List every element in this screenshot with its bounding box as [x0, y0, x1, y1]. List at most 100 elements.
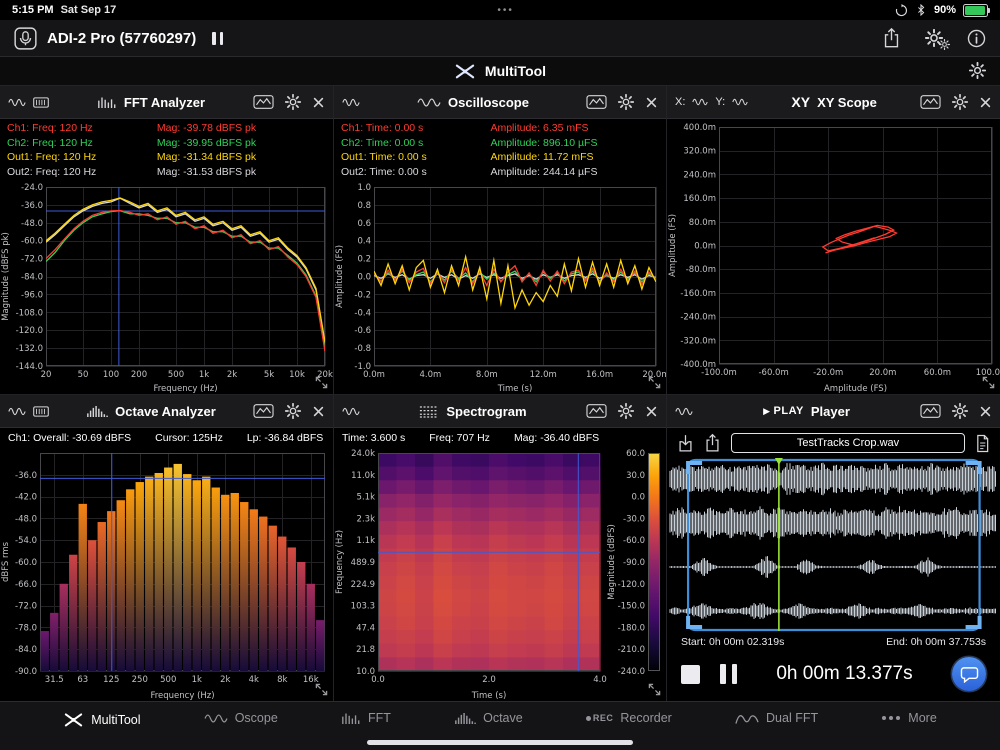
- chart-options-icon[interactable]: [253, 95, 274, 109]
- chat-bubble-icon: [960, 666, 979, 683]
- octave-chart[interactable]: [0, 447, 333, 701]
- export-file-icon[interactable]: [704, 433, 721, 453]
- tab-octave[interactable]: Octave: [454, 711, 523, 725]
- spectrogram-panel-header: Spectrogram: [334, 395, 666, 428]
- window-function-icon[interactable]: [33, 97, 49, 108]
- panel-xy-scope: X: Y: XY XY Scope: [666, 85, 1000, 394]
- info-icon[interactable]: [967, 29, 986, 48]
- tab-oscope[interactable]: Oscope: [204, 711, 278, 725]
- panel-oscilloscope: Oscilloscope Ch1: Time: 0.00 sAmplitude:…: [333, 85, 666, 394]
- panel-spectrogram: Spectrogram Time: 3.600 s Freq: 707 Hz M…: [333, 394, 666, 701]
- settings-gears-icon[interactable]: [925, 29, 943, 47]
- resize-icon[interactable]: [315, 683, 328, 696]
- import-file-icon[interactable]: [677, 433, 694, 453]
- filename-box[interactable]: TestTracks Crop.wav: [731, 433, 965, 453]
- player-transport: 0h 00m 13.377s: [667, 651, 1000, 701]
- close-icon[interactable]: [312, 96, 325, 109]
- input-signal-icon[interactable]: [8, 97, 26, 108]
- gear-icon[interactable]: [618, 403, 634, 419]
- window-function-icon[interactable]: [33, 406, 49, 417]
- fft-icon: [341, 712, 361, 725]
- tab-multitool[interactable]: MultiTool: [63, 711, 140, 728]
- panel-octave-analyzer: Octave Analyzer Ch1: Overall: -30.69 dBF…: [0, 394, 333, 701]
- battery-icon: [963, 4, 988, 17]
- chart-options-icon[interactable]: [586, 95, 607, 109]
- chart-options-icon[interactable]: [586, 404, 607, 418]
- spectrogram-chart[interactable]: [334, 447, 666, 701]
- gear-icon[interactable]: [285, 94, 301, 110]
- input-signal-icon[interactable]: [8, 406, 26, 417]
- readout-row: Out2: Time: 0.00 sAmplitude: 244.14 µFS: [341, 166, 659, 180]
- oscilloscope-chart[interactable]: [334, 181, 666, 394]
- readout-row: Ch2: Freq: 120 HzMag: -39.95 dBFS pk: [7, 137, 326, 151]
- resize-icon[interactable]: [315, 376, 328, 389]
- close-icon[interactable]: [645, 96, 658, 109]
- multitask-dots[interactable]: •••: [497, 5, 514, 16]
- panel-player: ▶ PLAY Player TestTracks Crop.wav Start:…: [666, 394, 1000, 701]
- dual-fft-icon: [735, 712, 759, 725]
- player-signal-icon: [675, 406, 693, 417]
- readout-row: Ch2: Time: 0.00 sAmplitude: 896.10 µFS: [341, 137, 659, 151]
- battery-percent: 90%: [934, 4, 956, 16]
- y-signal-icon[interactable]: [732, 97, 748, 107]
- panel-fft-analyzer: FFT Analyzer Ch1: Freq: 120 HzMag: -39.7…: [0, 85, 333, 394]
- tab-recorder[interactable]: REC Recorder: [586, 711, 672, 725]
- resize-icon[interactable]: [648, 683, 661, 696]
- chart-options-icon[interactable]: [920, 95, 941, 109]
- tab-more[interactable]: More: [881, 711, 936, 725]
- home-indicator[interactable]: [367, 740, 633, 745]
- fft-icon: [97, 96, 117, 109]
- oscilloscope-icon: [204, 713, 228, 724]
- gear-icon[interactable]: [285, 403, 301, 419]
- pause-stream-button[interactable]: [212, 32, 223, 45]
- file-info-icon[interactable]: [975, 434, 990, 453]
- input-signal-icon[interactable]: [342, 406, 360, 417]
- x-signal-icon[interactable]: [692, 97, 708, 107]
- close-icon[interactable]: [645, 405, 658, 418]
- scope-panel-header: Oscilloscope: [334, 86, 666, 119]
- layout-gear-icon[interactable]: [969, 62, 986, 79]
- tab-fft[interactable]: FFT: [341, 711, 391, 725]
- close-icon[interactable]: [312, 405, 325, 418]
- play-state-badge: ▶ PLAY: [763, 405, 804, 417]
- close-icon[interactable]: [979, 405, 992, 418]
- bluetooth-icon: [915, 4, 927, 16]
- chart-options-icon[interactable]: [253, 404, 274, 418]
- player-waveform[interactable]: [669, 457, 998, 633]
- octave-readout: Ch1: Overall: -30.69 dBFS Cursor: 125Hz …: [0, 428, 333, 447]
- record-icon: REC: [586, 713, 614, 723]
- share-icon[interactable]: [882, 27, 901, 49]
- octave-bars-icon: [454, 712, 476, 725]
- spectrogram-readout: Time: 3.600 s Freq: 707 Hz Mag: -36.40 d…: [334, 428, 666, 447]
- gear-icon[interactable]: [618, 94, 634, 110]
- gear-icon[interactable]: [952, 403, 968, 419]
- gear-small-icon: [939, 39, 950, 50]
- octave-bars-icon: [86, 405, 108, 418]
- resize-icon[interactable]: [648, 376, 661, 389]
- pause-button[interactable]: [720, 664, 737, 684]
- selection-times: Start: 0h 00m 02.319s End: 0h 00m 37.753…: [667, 633, 1000, 651]
- multitool-icon: [63, 711, 84, 728]
- stop-button[interactable]: [681, 665, 700, 684]
- x-source-label: X:: [675, 96, 685, 108]
- tab-dual-fft[interactable]: Dual FFT: [735, 711, 818, 725]
- close-icon[interactable]: [979, 96, 992, 109]
- resize-icon[interactable]: [982, 376, 995, 389]
- chart-options-icon[interactable]: [920, 404, 941, 418]
- more-icon: [881, 715, 901, 721]
- comment-bubble-button[interactable]: [952, 657, 986, 691]
- input-signal-icon[interactable]: [342, 97, 360, 108]
- fft-chart[interactable]: [0, 181, 333, 394]
- panel-title: Player: [811, 404, 850, 419]
- status-bar: 5:15 PM Sat Sep 17 ••• 90%: [0, 0, 1000, 20]
- device-title[interactable]: ADI-2 Pro (57760297): [47, 30, 196, 47]
- play-icon: ▶: [763, 406, 770, 417]
- xy-chart[interactable]: [667, 119, 1000, 394]
- spectrogram-icon: [419, 405, 439, 418]
- octave-panel-header: Octave Analyzer: [0, 395, 333, 428]
- screen: 5:15 PM Sat Sep 17 ••• 90% ADI-2 Pro (57…: [0, 0, 1000, 750]
- gear-icon[interactable]: [952, 94, 968, 110]
- player-panel-header: ▶ PLAY Player: [667, 395, 1000, 428]
- device-icon[interactable]: [14, 27, 37, 50]
- panel-title: Octave Analyzer: [115, 404, 216, 419]
